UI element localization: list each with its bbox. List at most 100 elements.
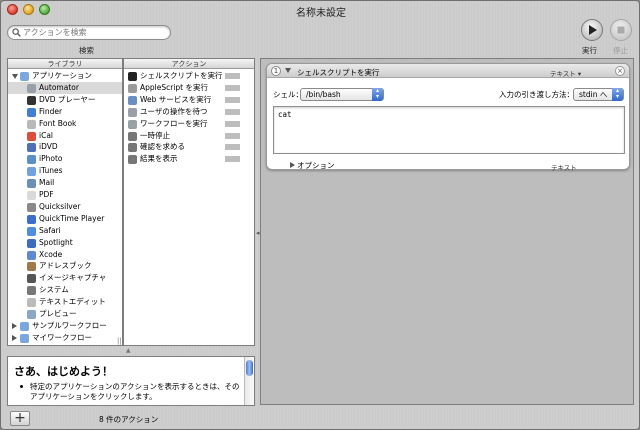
mail-icon <box>27 179 36 189</box>
system-icon <box>27 286 36 296</box>
library-item[interactable]: イメージキャプチャ <box>8 272 122 284</box>
pass-input-label: 入力の引き渡し方法： <box>499 90 574 99</box>
popup-arrows-icon: ▴ ▾ <box>612 88 623 101</box>
action-item[interactable]: シェルスクリプトを実行 <box>124 70 254 82</box>
action-card[interactable]: 1 シェルスクリプトを実行 テキスト ▾ × シェル： /bin/bash ▴ ▾… <box>266 63 630 172</box>
shell-popup[interactable]: /bin/bash ▴ ▾ <box>300 88 384 101</box>
automator-icon <box>128 119 137 129</box>
library-item[interactable]: アドレスブック <box>8 260 122 272</box>
automator-icon <box>27 83 36 93</box>
relevance-bar <box>225 96 240 103</box>
library-item-label: Safari <box>39 225 61 235</box>
script-editor[interactable] <box>273 106 625 154</box>
library-item[interactable]: アプリケーション <box>8 70 122 82</box>
action-item[interactable]: 一時停止 <box>124 130 254 142</box>
stop-icon <box>617 26 625 34</box>
automator-window: 名称未設定 検索 実行 停止 ライブラリ アプリケーション Automator DV… <box>0 0 640 430</box>
quicksilver-icon <box>27 202 36 212</box>
library-item-label: Automator <box>39 82 79 92</box>
disclosure-open-icon[interactable] <box>12 74 18 79</box>
library-item[interactable]: プレビュー <box>8 308 122 320</box>
disclosure-closed-icon[interactable] <box>12 334 17 341</box>
description-text: 特定のアプリケーションのアクションを表示するときは、そのアプリケーションをクリッ… <box>30 382 240 401</box>
library-item-label: QuickTime Player <box>39 213 105 223</box>
library-item[interactable]: Safari <box>8 225 122 237</box>
library-item-label: iDVD <box>39 142 58 152</box>
output-type-label: テキスト <box>551 164 577 172</box>
action-number-badge: 1 <box>271 66 281 76</box>
finder-icon <box>27 107 36 117</box>
action-item[interactable]: 確認を求める <box>124 141 254 153</box>
idvd-icon <box>27 143 36 153</box>
action-item-label: ワークフローを実行 <box>140 118 208 128</box>
description-title: さあ、はじめよう！ <box>14 365 113 378</box>
library-item[interactable]: Finder <box>8 106 122 118</box>
library-item[interactable]: テキストエディット <box>8 296 122 308</box>
library-item[interactable]: Automator <box>8 81 122 94</box>
action-item-label: ユーザの操作を待つ <box>140 106 208 116</box>
pdf-icon <box>27 191 36 200</box>
tools-icon <box>128 143 137 153</box>
library-item-label: マイワークフロー <box>32 332 92 342</box>
pass-input-popup[interactable]: stdin へ ▴ ▾ <box>573 88 624 101</box>
folder-icon <box>20 333 29 343</box>
disclosure-closed-icon[interactable] <box>12 322 17 329</box>
action-item-label: AppleScript を実行 <box>140 82 208 92</box>
workflow-split-handle[interactable]: ◂ <box>256 229 260 237</box>
library-item[interactable]: Font Book <box>8 118 122 130</box>
action-item[interactable]: 結果を表示 <box>124 153 254 165</box>
library-item[interactable]: iTunes <box>8 165 122 177</box>
input-type-menu[interactable]: テキスト ▾ <box>550 68 581 78</box>
pane-split-handle[interactable]: || <box>117 337 122 345</box>
action-item[interactable]: Web サービスを実行 <box>124 94 254 106</box>
applescript-icon <box>128 83 137 93</box>
scroll-thumb[interactable] <box>246 360 253 376</box>
tools-icon <box>128 131 137 141</box>
library-item[interactable]: iCal <box>8 130 122 142</box>
pass-input-value: stdin へ <box>579 90 608 99</box>
workflow-area[interactable]: 1 シェルスクリプトを実行 テキスト ▾ × シェル： /bin/bash ▴ ▾… <box>260 58 634 405</box>
run-button[interactable] <box>581 19 603 41</box>
library-item[interactable]: マイワークフロー <box>8 332 122 344</box>
popup-arrows-icon: ▴ ▾ <box>372 88 383 101</box>
library-item[interactable]: DVD プレーヤー <box>8 94 122 106</box>
options-disclosure-icon[interactable] <box>290 162 295 168</box>
library-item[interactable]: Mail <box>8 177 122 189</box>
library-item[interactable]: iPhoto <box>8 153 122 165</box>
action-item[interactable]: AppleScript を実行 <box>124 82 254 94</box>
library-item-label: テキストエディット <box>39 297 106 307</box>
description-scrollbar[interactable] <box>244 357 254 405</box>
action-item-label: 結果を表示 <box>140 154 178 164</box>
library-item[interactable]: Spotlight <box>8 237 122 249</box>
itunes-icon <box>27 167 36 177</box>
description-split-handle[interactable]: ▲ <box>126 347 131 354</box>
add-button[interactable]: + <box>10 411 30 426</box>
library-pane[interactable]: ライブラリ アプリケーション Automator DVD プレーヤー Finder Fo… <box>7 58 123 346</box>
actions-pane[interactable]: アクション シェルスクリプトを実行 AppleScript を実行 Web サービス… <box>123 58 255 346</box>
spotlight-icon <box>27 238 36 248</box>
library-item-label: プレビュー <box>39 309 77 318</box>
library-item-label: PDF <box>39 190 54 199</box>
library-item-label: アドレスブック <box>39 261 92 271</box>
applications-folder-icon <box>20 72 29 81</box>
search-input[interactable] <box>23 27 167 38</box>
library-item[interactable]: iDVD <box>8 141 122 153</box>
search-field[interactable] <box>7 25 171 40</box>
library-item[interactable]: Quicksilver <box>8 201 122 213</box>
library-item[interactable]: QuickTime Player <box>8 213 122 225</box>
stop-button[interactable] <box>610 19 632 41</box>
remove-action-button[interactable]: × <box>615 66 625 76</box>
library-item[interactable]: システム <box>8 284 122 296</box>
actions-header[interactable]: アクション <box>124 59 254 69</box>
safari-icon <box>27 226 36 236</box>
library-header[interactable]: ライブラリ <box>8 59 122 69</box>
library-item[interactable]: PDF <box>8 189 122 201</box>
action-item[interactable]: ユーザの操作を待つ <box>124 106 254 118</box>
disclosure-triangle-icon[interactable] <box>285 68 291 73</box>
library-item[interactable]: サンプルワークフロー <box>8 320 122 332</box>
action-item[interactable]: ワークフローを実行 <box>124 118 254 130</box>
options-label[interactable]: オプション <box>297 160 335 171</box>
library-item[interactable]: Xcode <box>8 249 122 261</box>
action-card-header[interactable]: 1 シェルスクリプトを実行 テキスト ▾ × <box>267 64 629 78</box>
run-caption: 実行 <box>582 46 597 55</box>
